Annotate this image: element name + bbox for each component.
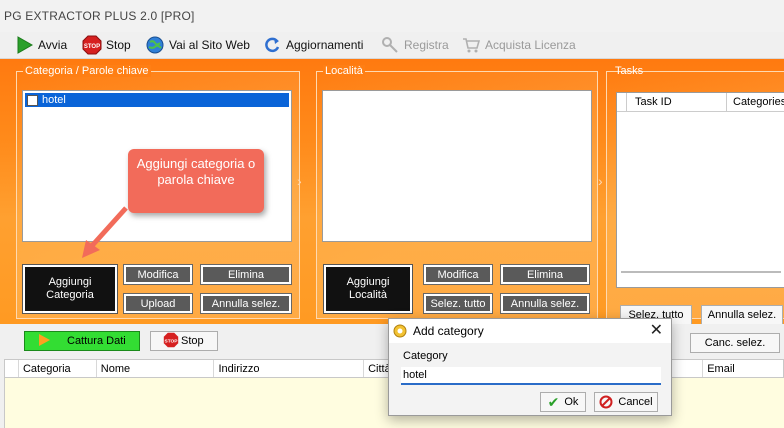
annulla-selez-button[interactable]: Annulla selez. bbox=[200, 293, 292, 314]
chevron-right-icon: › bbox=[598, 173, 603, 189]
stop-sign-icon: STOP bbox=[82, 35, 102, 55]
localita-annulla-selez-button[interactable]: Annulla selez. bbox=[500, 293, 590, 314]
upload-button[interactable]: Upload bbox=[123, 293, 193, 314]
cancel-icon bbox=[599, 395, 613, 409]
column-header[interactable]: Categories bbox=[727, 93, 784, 111]
avvia-label: Avvia bbox=[38, 38, 68, 52]
bottom-stop-button[interactable]: STOP Stop bbox=[150, 331, 218, 351]
elimina-button[interactable]: Elimina bbox=[200, 264, 292, 285]
cattura-dati-button[interactable]: Cattura Dati bbox=[24, 331, 140, 351]
key-icon bbox=[380, 35, 400, 55]
dialog-title: Add category bbox=[413, 324, 484, 338]
sito-label: Vai al Sito Web bbox=[169, 38, 250, 52]
window-title: PG EXTRACTOR PLUS 2.0 [PRO] bbox=[0, 0, 784, 32]
list-item-label: hotel bbox=[42, 94, 66, 106]
check-icon: ✔ bbox=[547, 393, 560, 410]
tasks-grid[interactable]: Task ID Categories bbox=[616, 92, 784, 288]
sito-button[interactable]: Vai al Sito Web bbox=[145, 34, 250, 56]
localita-panel-label: Località bbox=[323, 65, 365, 77]
tasks-grid-header: Task ID Categories bbox=[617, 93, 784, 112]
canc-selez-button[interactable]: Canc. selez. bbox=[690, 333, 780, 353]
column-header[interactable]: Nome bbox=[97, 360, 215, 377]
toolbar: Avvia STOP Stop Vai al Sito Web Aggiorna… bbox=[0, 32, 784, 59]
aggiungi-localita-button[interactable]: Aggiungi Località bbox=[323, 264, 413, 314]
add-category-dialog: Add category ✕ Category ✔ Ok Cancel bbox=[388, 318, 672, 416]
aggiungi-localita-label: Aggiungi Località bbox=[346, 276, 390, 301]
arrow-pointer-icon bbox=[82, 206, 128, 258]
tasks-panel: Tasks Task ID Categories Selez. tutto An… bbox=[606, 65, 784, 325]
localita-elimina-button[interactable]: Elimina bbox=[500, 264, 590, 285]
categoria-panel-label: Categoria / Parole chiave bbox=[23, 65, 151, 77]
aggiungi-categoria-button[interactable]: Aggiungi Categoria bbox=[22, 264, 118, 314]
column-header[interactable]: Indirizzo bbox=[214, 360, 365, 377]
bottom-stop-label: Stop bbox=[181, 335, 204, 347]
stop-label: Stop bbox=[106, 38, 131, 52]
localita-modifica-button[interactable]: Modifica bbox=[423, 264, 493, 285]
main-panel-area: Categoria / Parole chiave hotel Aggiungi… bbox=[0, 59, 784, 325]
column-header[interactable]: Task ID bbox=[627, 93, 727, 111]
cart-icon bbox=[461, 35, 481, 55]
aggiungi-categoria-label: Aggiungi Categoria bbox=[46, 276, 94, 301]
hint-callout: Aggiungi categoria o parola chiave bbox=[128, 149, 264, 213]
tasks-panel-label: Tasks bbox=[615, 65, 644, 77]
cancel-button[interactable]: Cancel bbox=[594, 392, 658, 412]
modifica-button[interactable]: Modifica bbox=[123, 264, 193, 285]
aggiornamenti-button[interactable]: Aggiornamenti bbox=[262, 34, 363, 56]
play-icon bbox=[14, 35, 34, 55]
category-field-label: Category bbox=[403, 350, 448, 362]
column-header[interactable]: Email bbox=[703, 360, 783, 377]
horizontal-scrollbar[interactable] bbox=[621, 271, 781, 273]
svg-text:STOP: STOP bbox=[165, 338, 179, 344]
tasks-annulla-selez-button[interactable]: Annulla selez. bbox=[701, 305, 783, 325]
acquista-label: Acquista Licenza bbox=[485, 38, 576, 52]
registra-label: Registra bbox=[404, 38, 449, 52]
refresh-icon bbox=[262, 35, 282, 55]
ok-label: Ok bbox=[564, 396, 579, 408]
hint-callout-text: Aggiungi categoria o parola chiave bbox=[136, 156, 256, 187]
globe-icon bbox=[145, 35, 165, 55]
play-icon bbox=[37, 333, 51, 350]
app-icon bbox=[393, 324, 407, 338]
localita-panel: Località Aggiungi Località Modifica Elim… bbox=[316, 65, 598, 319]
item-checkbox[interactable] bbox=[27, 94, 38, 106]
localita-selez-tutto-button[interactable]: Selez. tutto bbox=[423, 293, 493, 314]
close-icon[interactable]: ✕ bbox=[650, 322, 663, 340]
dialog-titlebar: Add category ✕ bbox=[389, 319, 671, 343]
list-item[interactable]: hotel bbox=[25, 93, 289, 107]
localita-list[interactable] bbox=[322, 90, 592, 242]
ok-button[interactable]: ✔ Ok bbox=[540, 392, 586, 412]
category-input[interactable] bbox=[401, 367, 661, 385]
svg-text:STOP: STOP bbox=[84, 44, 100, 50]
avvia-button[interactable]: Avvia bbox=[14, 34, 67, 56]
aggiornamenti-label: Aggiornamenti bbox=[286, 38, 364, 52]
column-header[interactable]: Categoria bbox=[19, 360, 97, 377]
cancel-label: Cancel bbox=[618, 396, 653, 408]
acquista-button[interactable]: Acquista Licenza bbox=[461, 34, 576, 56]
registra-button[interactable]: Registra bbox=[380, 34, 449, 56]
stop-button[interactable]: STOP Stop bbox=[82, 34, 131, 56]
chevron-right-icon: › bbox=[297, 173, 302, 189]
stop-sign-icon: STOP bbox=[163, 332, 179, 351]
cattura-dati-label: Cattura Dati bbox=[67, 335, 126, 347]
